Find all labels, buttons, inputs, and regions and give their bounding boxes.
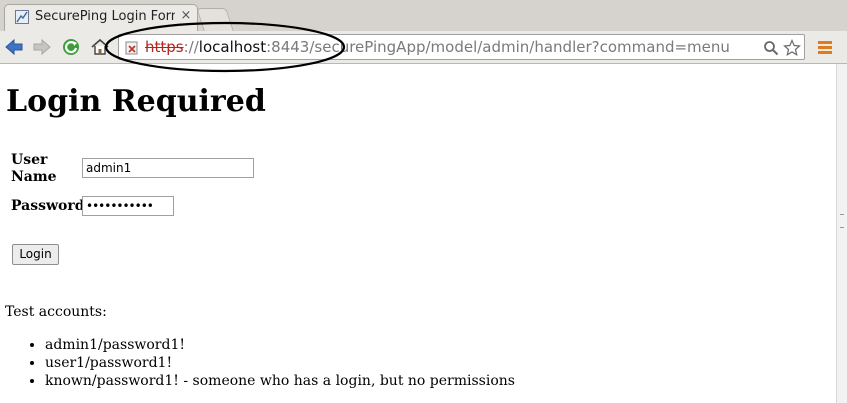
tab-title: SecurePing Login Form <box>35 9 175 24</box>
address-bar[interactable]: https://localhost:8443/securePingApp/mod… <box>118 34 805 60</box>
username-label-line2: Name <box>11 169 57 185</box>
page-title: Login Required <box>6 84 266 119</box>
scrollbar-grip[interactable] <box>840 214 844 228</box>
browser-toolbar: https://localhost:8443/securePingApp/mod… <box>0 31 847 64</box>
new-tab-button[interactable] <box>196 8 234 31</box>
browser-tab[interactable]: SecurePing Login Form × <box>4 4 198 31</box>
tab-strip: SecurePing Login Form × <box>0 0 847 31</box>
back-arrow-icon[interactable] <box>4 37 24 57</box>
password-label: Password <box>11 198 85 214</box>
vertical-scrollbar[interactable] <box>836 64 847 403</box>
username-label: User Name <box>11 152 57 186</box>
url-separator: :// <box>183 38 199 56</box>
url-host: localhost <box>198 38 267 56</box>
url-scheme: https <box>145 38 184 56</box>
login-button[interactable]: Login <box>12 244 59 265</box>
list-item: user1/password1! <box>45 354 515 372</box>
list-item: known/password1! - someone who has a log… <box>45 372 515 390</box>
home-icon[interactable] <box>90 37 110 57</box>
test-accounts-heading: Test accounts: <box>5 304 107 320</box>
test-accounts-list: admin1/password1! user1/password1! known… <box>5 336 515 390</box>
forward-arrow-icon[interactable] <box>32 37 52 57</box>
url-path: :8443/securePingApp/model/admin/handler?… <box>266 38 730 56</box>
tab-close-icon[interactable]: × <box>180 8 192 24</box>
page-favicon-icon <box>15 10 29 24</box>
menu-icon[interactable] <box>816 38 834 56</box>
list-item: admin1/password1! <box>45 336 515 354</box>
username-label-line1: User <box>11 152 48 168</box>
page-content: Login Required User Name admin1 Password… <box>0 64 836 403</box>
url-text[interactable]: https://localhost:8443/securePingApp/mod… <box>145 38 765 56</box>
search-icon[interactable] <box>762 39 780 57</box>
insecure-lock-icon[interactable] <box>125 40 139 55</box>
reload-icon[interactable] <box>61 37 81 57</box>
username-input[interactable]: admin1 <box>82 158 254 178</box>
star-icon[interactable] <box>783 39 801 57</box>
password-input[interactable]: ••••••••••• <box>82 196 174 216</box>
